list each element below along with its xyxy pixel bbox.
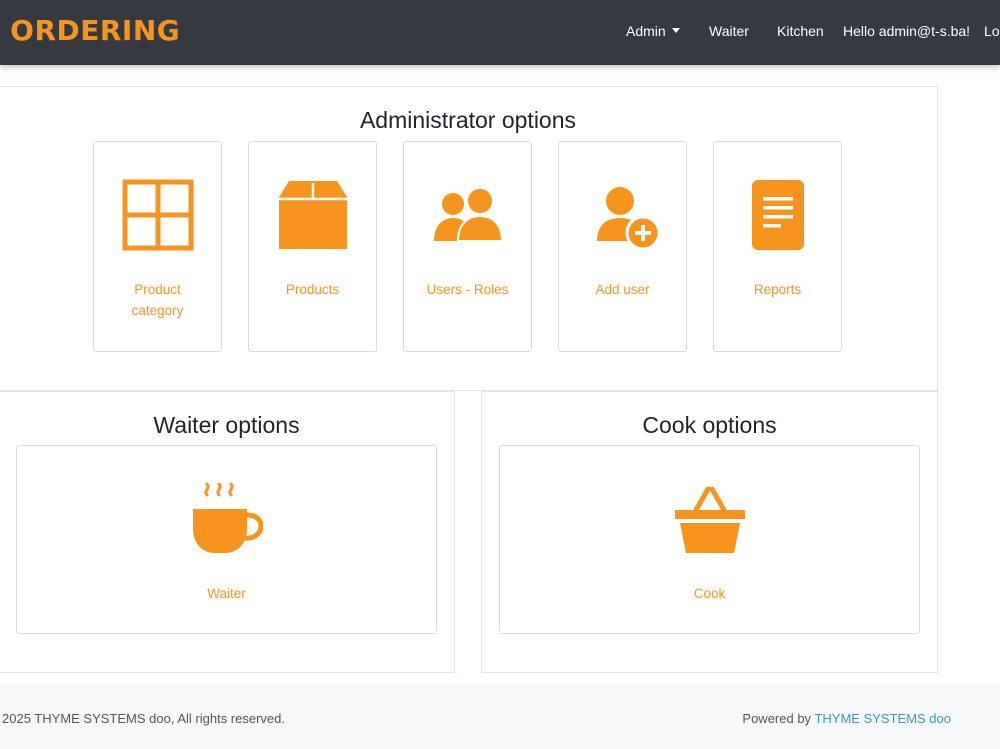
tile-products[interactable]: Products <box>248 141 377 352</box>
tile-users-roles[interactable]: Users - Roles <box>403 141 532 352</box>
nav-admin-label: Admin <box>626 23 666 39</box>
nav-admin-dropdown[interactable]: Admin <box>626 23 680 39</box>
nav-waiter-link[interactable]: Waiter <box>709 23 749 39</box>
tile-product-category-label: Product category <box>131 282 184 318</box>
brand-text: ORDERING <box>10 14 181 47</box>
tile-add-user-label: Add user <box>595 282 650 297</box>
nav-logout-link[interactable]: Lo <box>984 23 1000 39</box>
user-plus-icon <box>597 187 661 251</box>
tile-cook[interactable]: Cook <box>499 445 920 634</box>
footer: 2025 THYME SYSTEMS doo, All rights reser… <box>0 685 1000 749</box>
footer-company-link[interactable]: THYME SYSTEMS doo <box>814 711 951 726</box>
tile-products-label: Products <box>285 282 340 297</box>
admin-options-title: Administrator options <box>359 107 577 133</box>
box-icon <box>279 181 347 249</box>
tile-reports-label: Reports <box>753 282 802 297</box>
nav-greeting[interactable]: Hello admin@t-s.ba! <box>843 23 970 39</box>
chevron-down-icon <box>671 27 680 33</box>
footer-copyright: 2025 THYME SYSTEMS doo, All rights reser… <box>2 711 285 726</box>
tile-cook-label: Cook <box>693 586 726 601</box>
basket-icon <box>675 486 745 553</box>
tile-users-roles-label: Users - Roles <box>426 282 509 297</box>
cook-options-title: Cook options <box>642 412 777 438</box>
grid-icon <box>122 179 194 251</box>
footer-powered-prefix: Powered by <box>742 711 812 726</box>
tile-add-user[interactable]: Add user <box>558 141 687 352</box>
tile-waiter-label: Waiter <box>207 586 246 601</box>
coffee-cup-icon <box>193 483 263 553</box>
brand-mark: ′ <box>0 14 10 47</box>
tile-product-category[interactable]: Product category <box>93 141 222 352</box>
brand-logo[interactable]: ′ ORDERING <box>0 14 180 47</box>
nav-kitchen-link[interactable]: Kitchen <box>777 23 824 39</box>
tile-waiter[interactable]: Waiter <box>16 445 437 634</box>
footer-powered-by: Powered by THYME SYSTEMS doo <box>742 711 951 726</box>
navbar: ′ ORDERING Admin Waiter Kitchen Hello ad… <box>0 0 1000 65</box>
waiter-options-title: Waiter options <box>153 412 300 438</box>
document-icon <box>752 180 804 250</box>
users-icon <box>434 187 504 242</box>
tile-reports[interactable]: Reports <box>713 141 842 352</box>
